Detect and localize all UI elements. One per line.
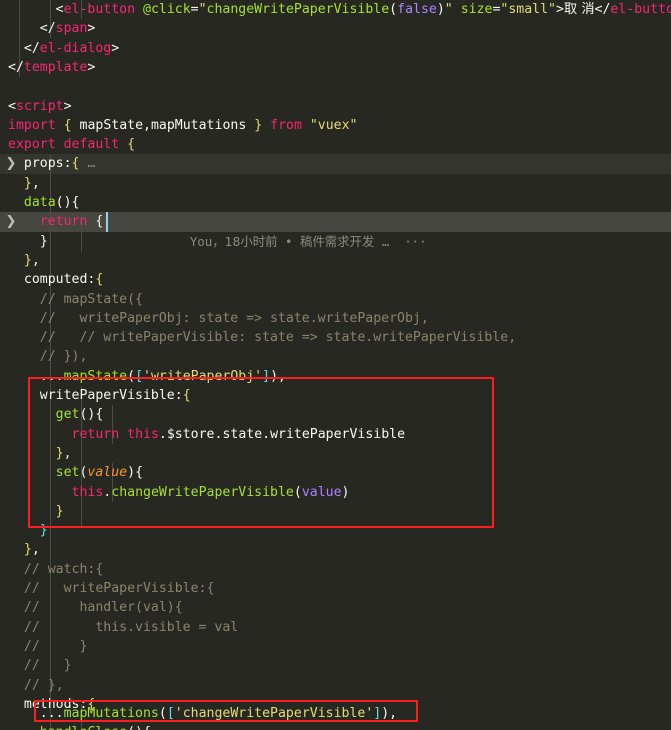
code-line-18[interactable]: // // writePaperVisible: state => state.…: [8, 328, 516, 347]
code-line-39[interactable]: handleClose(){: [8, 723, 151, 730]
blame-ellipsis: …: [381, 233, 390, 249]
editor-gutter[interactable]: ❯ ❯: [0, 0, 22, 730]
code-line-38[interactable]: ...mapMutations(['changeWritePaperVisibl…: [8, 704, 397, 723]
fold-chevron-icon[interactable]: ❯: [3, 212, 19, 231]
code-line-20[interactable]: ...mapState(['writePaperObj']),: [8, 367, 286, 386]
code-line-22[interactable]: get(){: [8, 405, 104, 424]
blame-separator: ，: [212, 233, 225, 249]
code-line-25[interactable]: set(value){: [8, 463, 143, 482]
git-blame-annotation[interactable]: You，18小时前 • 稿件需求开发 … ···: [160, 212, 427, 249]
blame-bullet: •: [285, 233, 293, 249]
code-line-8[interactable]: export default {: [8, 135, 135, 154]
fold-chevron-icon[interactable]: ❯: [3, 154, 19, 173]
code-line-23[interactable]: return this.$store.state.writePaperVisib…: [8, 425, 406, 444]
code-line-21[interactable]: writePaperVisible:{: [8, 386, 191, 405]
code-line-15[interactable]: computed:{: [8, 270, 103, 289]
code-line-30[interactable]: // watch:{: [8, 560, 103, 579]
text-cursor: [106, 212, 108, 232]
code-line-32[interactable]: // handler(val){: [8, 598, 183, 617]
code-line-33[interactable]: // this.visible = val: [8, 618, 238, 637]
code-line-7[interactable]: import { mapState,mapMutations } from "v…: [8, 116, 357, 135]
code-line-3[interactable]: </el-dialog>: [8, 39, 119, 58]
blame-more-icon[interactable]: ···: [404, 234, 426, 249]
code-line-16[interactable]: // mapState({: [8, 290, 143, 309]
folded-row-band-props: [0, 154, 671, 174]
code-line-12[interactable]: return {: [8, 212, 104, 231]
code-line-26[interactable]: this.changeWritePaperVisible(value): [8, 483, 350, 502]
code-line-31[interactable]: // writePaperVisible:{: [8, 579, 215, 598]
code-line-1[interactable]: <el-button @click="changeWritePaperVisib…: [8, 0, 671, 19]
blame-message: 稿件需求开发: [299, 233, 375, 249]
code-line-17[interactable]: // writePaperObj: state => state.writePa…: [8, 309, 429, 328]
blame-time: 18小时前: [224, 233, 278, 249]
code-editor[interactable]: ❯ ❯ <el-button @click="changeWritePaperV…: [0, 0, 671, 730]
blame-author: You: [189, 233, 213, 249]
